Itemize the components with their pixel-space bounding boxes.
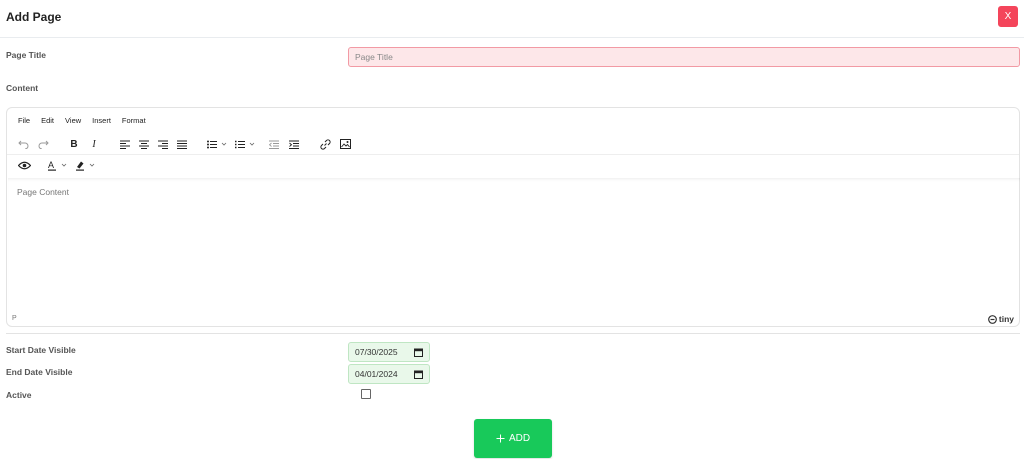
indent-icon[interactable] xyxy=(287,136,301,152)
outdent-icon[interactable] xyxy=(267,136,281,152)
page-title-input[interactable] xyxy=(348,47,1020,67)
editor-toolbar-primary: B I xyxy=(7,134,1019,154)
undo-icon[interactable] xyxy=(16,136,30,152)
end-date-value: 04/01/2024 xyxy=(355,369,398,379)
close-button[interactable]: X xyxy=(998,6,1018,27)
modal-header: Add Page X xyxy=(0,0,1024,38)
bullet-list-icon[interactable] xyxy=(206,136,230,152)
start-date-input[interactable]: 07/30/2025 xyxy=(348,342,430,362)
editor-toolbar-secondary: A xyxy=(7,154,1019,176)
plus-icon xyxy=(496,434,505,443)
end-date-label: End Date Visible xyxy=(6,367,73,377)
align-left-icon[interactable] xyxy=(118,136,132,152)
editor-menubar: File Edit View Insert Format xyxy=(7,114,146,128)
content-label: Content xyxy=(6,83,39,93)
calendar-icon[interactable] xyxy=(414,370,423,379)
highlight-color-icon[interactable] xyxy=(75,157,99,173)
editor-content-area[interactable]: Page Content xyxy=(8,178,1020,310)
image-icon[interactable] xyxy=(338,136,352,152)
link-icon[interactable] xyxy=(318,136,332,152)
align-center-icon[interactable] xyxy=(137,136,151,152)
menu-format[interactable]: Format xyxy=(122,114,146,128)
bold-icon[interactable]: B xyxy=(67,136,81,152)
tiny-icon xyxy=(987,314,997,324)
align-right-icon[interactable] xyxy=(156,136,170,152)
start-date-value: 07/30/2025 xyxy=(355,347,398,357)
active-checkbox[interactable] xyxy=(361,389,371,399)
redo-icon[interactable] xyxy=(36,136,50,152)
editor-statusbar: P tiny xyxy=(7,312,1019,328)
numbered-list-icon[interactable] xyxy=(234,136,258,152)
start-date-label: Start Date Visible xyxy=(6,345,76,355)
text-color-icon[interactable]: A xyxy=(47,157,71,173)
tiny-brand-text: tiny xyxy=(998,314,1014,324)
form-divider xyxy=(6,333,1020,334)
rich-text-editor: File Edit View Insert Format B I A Page … xyxy=(6,107,1020,327)
active-label: Active xyxy=(6,390,32,400)
tiny-logo[interactable]: tiny xyxy=(987,314,1014,324)
modal-title: Add Page xyxy=(6,10,62,24)
element-path[interactable]: P xyxy=(12,315,17,322)
svg-text:A: A xyxy=(48,160,54,170)
align-justify-icon[interactable] xyxy=(175,136,189,152)
italic-icon[interactable]: I xyxy=(87,136,101,152)
preview-icon[interactable] xyxy=(16,157,32,173)
menu-view[interactable]: View xyxy=(65,114,81,128)
page-title-label: Page Title xyxy=(6,50,46,60)
end-date-input[interactable]: 04/01/2024 xyxy=(348,364,430,384)
content-placeholder: Page Content xyxy=(17,187,69,197)
add-button-label: ADD xyxy=(508,433,531,444)
menu-insert[interactable]: Insert xyxy=(92,114,111,128)
menu-edit[interactable]: Edit xyxy=(41,114,54,128)
calendar-icon[interactable] xyxy=(414,348,423,357)
menu-file[interactable]: File xyxy=(18,114,30,128)
add-button[interactable]: ADD xyxy=(474,419,552,458)
